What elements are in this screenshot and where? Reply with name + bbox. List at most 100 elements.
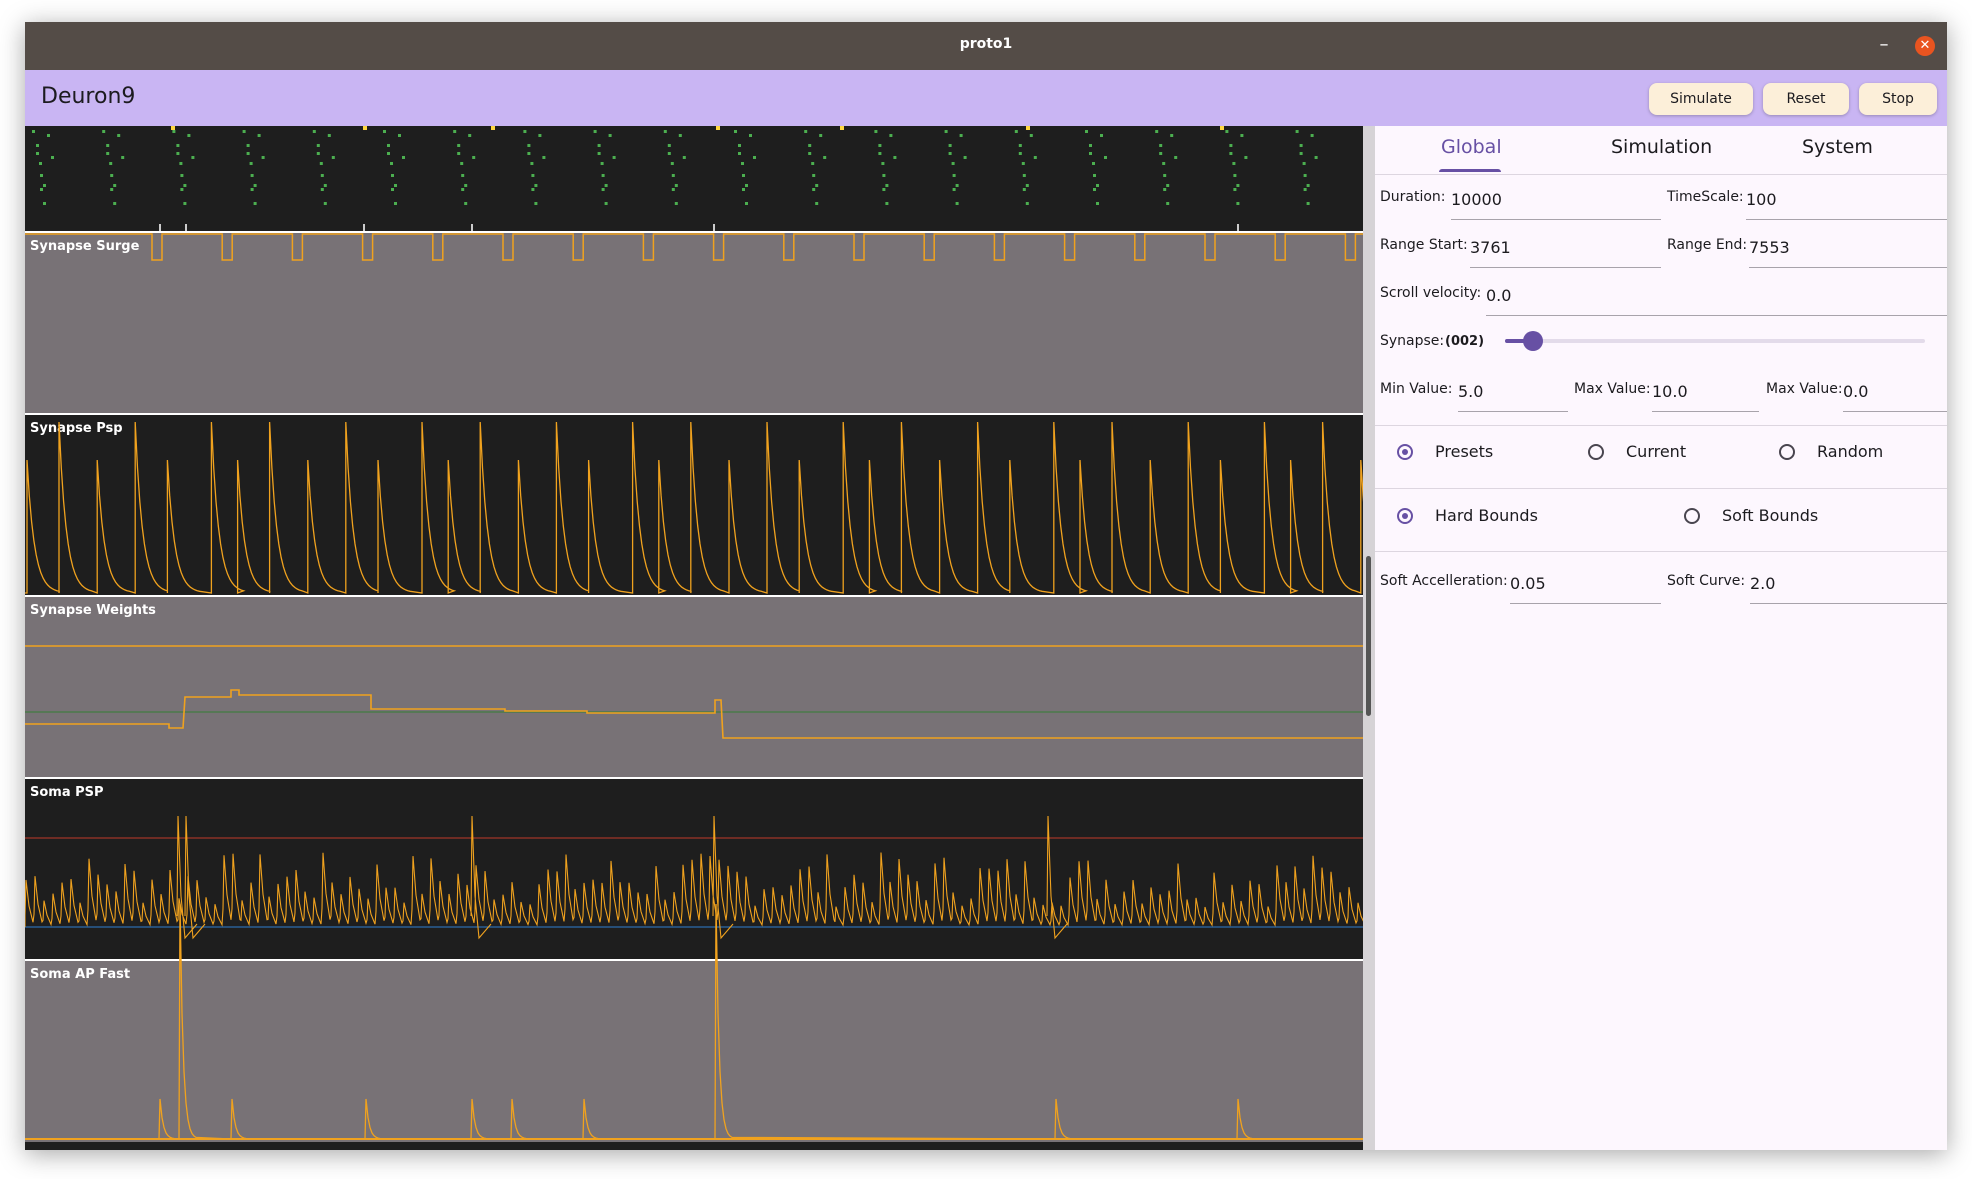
presets-label: Presets bbox=[1435, 442, 1494, 461]
spike-dot bbox=[815, 184, 819, 187]
spike-dot bbox=[398, 134, 401, 137]
max-value-2-label: Max Value: bbox=[1766, 381, 1843, 397]
stop-button[interactable]: Stop bbox=[1859, 83, 1937, 115]
spike-dot bbox=[753, 156, 756, 159]
spike-dot bbox=[1244, 156, 1248, 159]
spike-dot bbox=[948, 152, 952, 155]
spike-dot bbox=[453, 130, 457, 133]
spike-dot bbox=[952, 174, 956, 177]
spike-dot bbox=[1163, 188, 1167, 191]
spike-marker bbox=[716, 126, 720, 130]
plots-canvas[interactable]: Synapse Surge Synapse Psp Synapse Weights S… bbox=[25, 126, 1497, 1150]
close-icon[interactable]: ✕ bbox=[1915, 36, 1935, 56]
spike-dot bbox=[1025, 202, 1029, 205]
current-radio[interactable] bbox=[1588, 444, 1604, 460]
soft-curve-label: Soft Curve: bbox=[1667, 573, 1746, 589]
spike-dot bbox=[819, 134, 823, 137]
spike-dot bbox=[261, 156, 265, 159]
spike-dot bbox=[738, 152, 741, 155]
spike-dot bbox=[948, 144, 952, 147]
scroll-velocity-label: Scroll velocity: bbox=[1380, 285, 1482, 301]
range-start-field[interactable]: 3761 bbox=[1470, 238, 1511, 257]
spike-dot bbox=[1100, 134, 1103, 137]
spike-dot bbox=[893, 156, 897, 159]
app-title: Deuron9 bbox=[41, 84, 136, 109]
reset-button[interactable]: Reset bbox=[1763, 83, 1849, 115]
duration-field[interactable]: 10000 bbox=[1451, 190, 1502, 209]
tab-global[interactable]: Global bbox=[1441, 136, 1502, 158]
range-end-field[interactable]: 7553 bbox=[1749, 238, 1790, 257]
spike-dot bbox=[1033, 156, 1037, 159]
spike-dot bbox=[191, 156, 195, 159]
spike-dot bbox=[1022, 188, 1026, 191]
hard-bounds-label: Hard Bounds bbox=[1435, 506, 1538, 525]
spike-dot bbox=[670, 162, 674, 165]
spike-dot bbox=[1303, 174, 1307, 177]
timescale-field[interactable]: 100 bbox=[1746, 190, 1777, 209]
spike-dot bbox=[1240, 134, 1244, 137]
synapse-slider[interactable] bbox=[1505, 326, 1925, 356]
spike-dot bbox=[1104, 156, 1107, 159]
tab-system[interactable]: System bbox=[1802, 136, 1873, 158]
spike-dot bbox=[319, 162, 323, 165]
raster-tick bbox=[363, 224, 365, 232]
spike-dot bbox=[1093, 188, 1096, 191]
slider-thumb[interactable] bbox=[1523, 331, 1544, 351]
range-end-underline bbox=[1749, 267, 1947, 268]
spike-dot bbox=[391, 174, 394, 177]
spike-dot bbox=[1236, 202, 1240, 205]
soft-acceleration-field[interactable]: 0.05 bbox=[1510, 574, 1546, 593]
spike-dot bbox=[604, 202, 608, 205]
spike-dot bbox=[102, 130, 106, 133]
spike-dot bbox=[597, 144, 601, 147]
max-value-2-field[interactable]: 0.0 bbox=[1843, 382, 1868, 401]
title-bar: proto1 – ✕ bbox=[25, 22, 1947, 70]
spike-dot bbox=[1022, 174, 1026, 177]
spike-dot bbox=[1096, 202, 1099, 205]
spike-dot bbox=[1310, 134, 1314, 137]
minimize-icon[interactable]: – bbox=[1873, 34, 1895, 56]
presets-radio[interactable] bbox=[1397, 444, 1413, 460]
raster-tick bbox=[1237, 224, 1239, 232]
spike-dot bbox=[1162, 162, 1166, 165]
max-value-field[interactable]: 10.0 bbox=[1652, 382, 1688, 401]
soft-curve-field[interactable]: 2.0 bbox=[1750, 574, 1775, 593]
min-value-field[interactable]: 5.0 bbox=[1458, 382, 1483, 401]
settings-panel: Global Simulation System Duration: 10000… bbox=[1375, 126, 1947, 1150]
scrollbar-thumb[interactable] bbox=[1366, 556, 1371, 716]
spike-dot bbox=[391, 188, 394, 191]
spike-dot bbox=[1025, 184, 1029, 187]
spike-dot bbox=[955, 202, 959, 205]
spike-dot bbox=[39, 162, 42, 165]
hard-bounds-radio[interactable] bbox=[1397, 508, 1413, 524]
soft-bounds-radio[interactable] bbox=[1684, 508, 1700, 524]
spike-dot bbox=[531, 188, 535, 191]
spike-dot bbox=[1155, 130, 1159, 133]
spike-dot bbox=[734, 130, 737, 133]
spike-dot bbox=[885, 184, 889, 187]
random-radio[interactable] bbox=[1779, 444, 1795, 460]
spike-dot bbox=[172, 130, 176, 133]
spike-dot bbox=[534, 184, 538, 187]
spike-dot bbox=[40, 188, 43, 191]
spike-dot bbox=[667, 144, 671, 147]
spike-dot bbox=[250, 174, 254, 177]
spike-dot bbox=[394, 184, 397, 187]
simulate-button[interactable]: Simulate bbox=[1649, 83, 1753, 115]
plot-background bbox=[25, 596, 1363, 778]
spike-dot bbox=[121, 156, 125, 159]
section-divider bbox=[1375, 425, 1947, 426]
min-value-underline bbox=[1458, 411, 1568, 412]
spike-dot bbox=[32, 130, 35, 133]
spike-dot bbox=[1236, 184, 1240, 187]
spike-dot bbox=[323, 184, 327, 187]
tab-simulation[interactable]: Simulation bbox=[1611, 136, 1712, 158]
spike-dot bbox=[176, 152, 180, 155]
spike-dot bbox=[402, 156, 405, 159]
spike-dot bbox=[242, 130, 246, 133]
plots-scrollbar[interactable] bbox=[1363, 126, 1375, 1150]
spike-dot bbox=[387, 144, 390, 147]
scroll-velocity-field[interactable]: 0.0 bbox=[1486, 286, 1511, 305]
spike-dot bbox=[1306, 202, 1310, 205]
plots-area[interactable]: Synapse Surge Synapse Psp Synapse Weights S… bbox=[25, 126, 1497, 1150]
